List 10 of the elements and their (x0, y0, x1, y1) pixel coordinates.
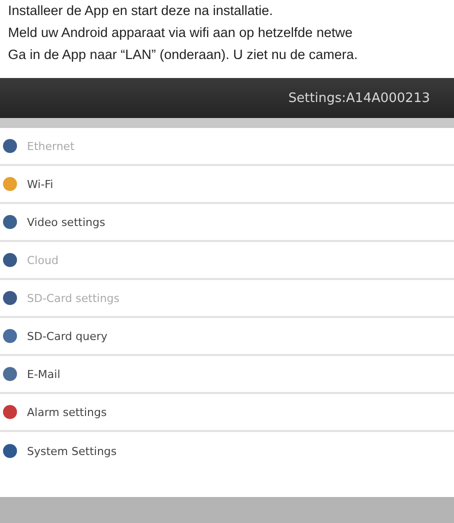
window-title: Settings:A14A000213 (288, 90, 430, 106)
instruction-text: Ga in de App naar “LAN” (onderaan). U ziet nu de camera. (8, 46, 359, 64)
settings-item[interactable]: SD-Card query (0, 318, 454, 356)
settings-item[interactable]: E-Mail (0, 356, 454, 394)
settings-item[interactable]: Alarm settings (0, 394, 454, 432)
settings-item[interactable]: Video settings (0, 204, 454, 242)
settings-item[interactable]: Wi-Fi (0, 166, 454, 204)
instruction-text: Installeer de App en start deze na installatie. (8, 2, 274, 20)
settings-item[interactable]: System Settings (0, 432, 454, 470)
instruction-text: Meld uw Android apparaat via wifi aan op hetzelfde netwe (8, 24, 354, 42)
